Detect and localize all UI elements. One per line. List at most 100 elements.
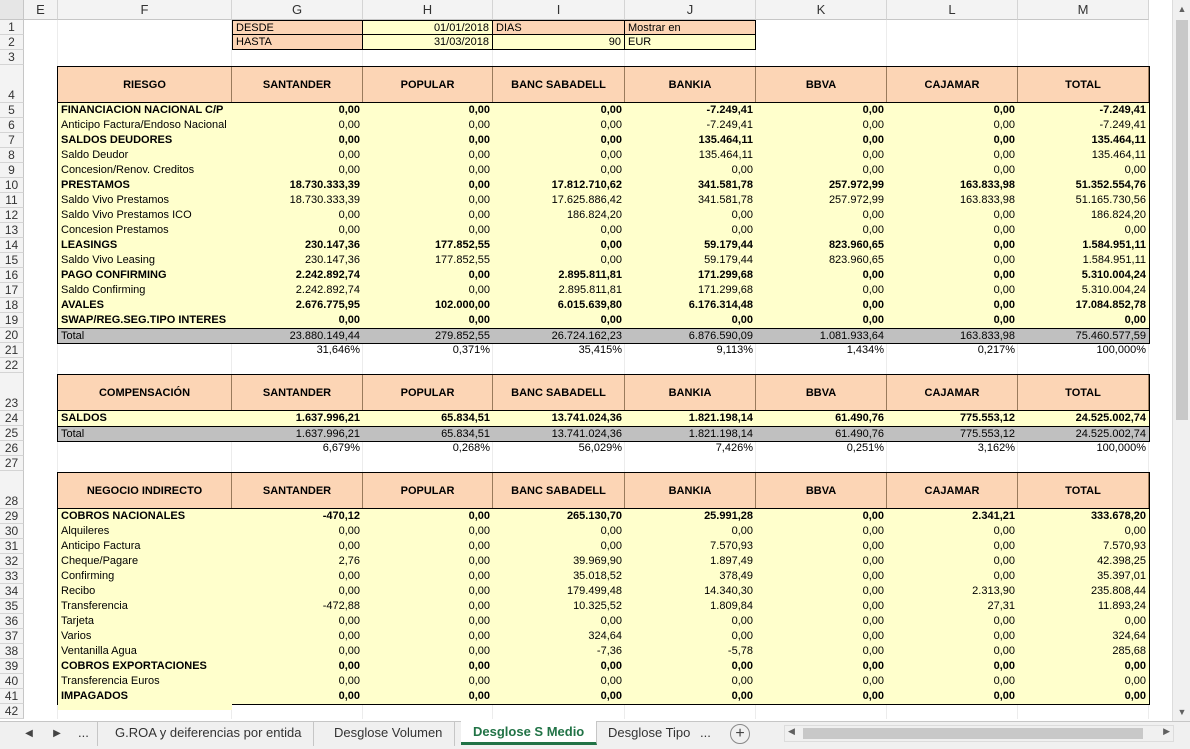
- value-cell[interactable]: 0,00: [363, 509, 493, 524]
- row-header[interactable]: 8: [0, 148, 24, 163]
- value-cell[interactable]: 0,00: [625, 689, 756, 704]
- param-dias-value[interactable]: 90: [493, 35, 625, 50]
- value-cell[interactable]: 171.299,68: [625, 283, 756, 298]
- value-cell[interactable]: 177.852,55: [363, 238, 493, 253]
- param-mostrar-value[interactable]: EUR: [625, 35, 756, 50]
- percent-cell[interactable]: 56,029%: [493, 441, 625, 456]
- value-cell[interactable]: 0,00: [756, 554, 887, 569]
- value-cell[interactable]: 0,00: [363, 223, 493, 238]
- tabs-more-right[interactable]: ...: [696, 722, 715, 746]
- percent-cell[interactable]: 0,268%: [363, 441, 493, 456]
- value-cell[interactable]: 0,00: [1018, 659, 1149, 674]
- row-label[interactable]: Saldo Deudor: [58, 148, 232, 163]
- row-header[interactable]: 34: [0, 584, 24, 599]
- value-cell[interactable]: 0,00: [756, 163, 887, 178]
- value-cell[interactable]: 823.960,65: [756, 253, 887, 268]
- column-header-f[interactable]: F: [58, 0, 232, 20]
- percent-cell[interactable]: 6,679%: [232, 441, 363, 456]
- row-header[interactable]: 5: [0, 103, 24, 118]
- value-cell[interactable]: 135.464,11: [625, 133, 756, 148]
- value-cell[interactable]: 0,00: [232, 644, 363, 659]
- tab-desglose-tipo[interactable]: Desglose Tipo: [596, 722, 702, 746]
- value-cell[interactable]: 0,00: [363, 193, 493, 208]
- value-cell[interactable]: 0,00: [363, 569, 493, 584]
- value-cell[interactable]: 0,00: [1018, 524, 1149, 539]
- value-cell[interactable]: -5,78: [625, 644, 756, 659]
- value-cell[interactable]: 0,00: [887, 103, 1018, 118]
- value-cell[interactable]: 0,00: [887, 313, 1018, 328]
- param-desde-label[interactable]: DESDE: [232, 20, 363, 35]
- value-cell[interactable]: 0,00: [363, 659, 493, 674]
- row-header[interactable]: 27: [0, 456, 24, 471]
- row-label[interactable]: Concesion/Renov. Creditos: [58, 163, 232, 178]
- value-cell[interactable]: 0,00: [756, 103, 887, 118]
- value-cell[interactable]: 0,00: [887, 148, 1018, 163]
- scroll-right-icon[interactable]: ▶: [1163, 726, 1170, 737]
- value-cell[interactable]: 0,00: [363, 178, 493, 193]
- row-label[interactable]: Saldo Vivo Prestamos ICO: [58, 208, 232, 223]
- value-cell[interactable]: 0,00: [756, 569, 887, 584]
- column-header-j[interactable]: J: [625, 0, 756, 20]
- value-cell[interactable]: 0,00: [756, 133, 887, 148]
- row-header[interactable]: 13: [0, 223, 24, 238]
- row-header[interactable]: 6: [0, 118, 24, 133]
- value-cell[interactable]: 0,00: [887, 689, 1018, 704]
- value-cell[interactable]: 0,00: [363, 539, 493, 554]
- value-cell[interactable]: 0,00: [232, 133, 363, 148]
- value-cell[interactable]: 0,00: [756, 509, 887, 524]
- row-header[interactable]: 9: [0, 163, 24, 178]
- row-header[interactable]: 18: [0, 298, 24, 313]
- value-cell[interactable]: 1.809,84: [625, 599, 756, 614]
- value-cell[interactable]: 333.678,20: [1018, 509, 1149, 524]
- value-cell[interactable]: 0,00: [493, 103, 625, 118]
- total-value[interactable]: 775.553,12: [887, 426, 1018, 441]
- percent-cell[interactable]: 3,162%: [887, 441, 1018, 456]
- row-header[interactable]: 17: [0, 283, 24, 298]
- value-cell[interactable]: 0,00: [232, 674, 363, 689]
- value-cell[interactable]: 27,31: [887, 599, 1018, 614]
- value-cell[interactable]: 0,00: [493, 674, 625, 689]
- row-label[interactable]: PAGO CONFIRMING: [58, 268, 232, 283]
- row-header[interactable]: 23: [0, 373, 24, 411]
- value-cell[interactable]: 5.310.004,24: [1018, 268, 1149, 283]
- row-label[interactable]: Cheque/Pagare: [58, 554, 232, 569]
- value-cell[interactable]: 0,00: [625, 524, 756, 539]
- value-cell[interactable]: 0,00: [887, 208, 1018, 223]
- value-cell[interactable]: 2.242.892,74: [232, 268, 363, 283]
- value-cell[interactable]: 0,00: [887, 238, 1018, 253]
- row-label[interactable]: Ventanilla Agua: [58, 644, 232, 659]
- value-cell[interactable]: 0,00: [756, 644, 887, 659]
- vertical-scrollbar[interactable]: ▲ ▼: [1172, 0, 1190, 721]
- value-cell[interactable]: 0,00: [232, 629, 363, 644]
- percent-cell[interactable]: 100,000%: [1018, 343, 1149, 358]
- value-cell[interactable]: 0,00: [887, 659, 1018, 674]
- value-cell[interactable]: 0,00: [493, 148, 625, 163]
- value-cell[interactable]: -470,12: [232, 509, 363, 524]
- value-cell[interactable]: 6.176.314,48: [625, 298, 756, 313]
- value-cell[interactable]: 0,00: [887, 569, 1018, 584]
- value-cell[interactable]: 0,00: [887, 118, 1018, 133]
- value-cell[interactable]: 0,00: [493, 614, 625, 629]
- row-header[interactable]: 10: [0, 178, 24, 193]
- spreadsheet-grid[interactable]: E F G H I J K L M 1 2 3 4 5 6 7 8 9 10 11 12 13 14 15 16 17 18 19 20…: [0, 0, 1172, 721]
- value-cell[interactable]: 186.824,20: [493, 208, 625, 223]
- total-value[interactable]: 1.821.198,14: [625, 426, 756, 441]
- value-cell[interactable]: 0,00: [1018, 163, 1149, 178]
- row-label[interactable]: AVALES: [58, 298, 232, 313]
- percent-cell[interactable]: 1,434%: [756, 343, 887, 358]
- value-cell[interactable]: 0,00: [756, 283, 887, 298]
- value-cell[interactable]: 285,68: [1018, 644, 1149, 659]
- value-cell[interactable]: 0,00: [232, 584, 363, 599]
- param-mostrar-label[interactable]: Mostrar en: [625, 20, 756, 35]
- value-cell[interactable]: 0,00: [887, 554, 1018, 569]
- row-header[interactable]: 32: [0, 554, 24, 569]
- value-cell[interactable]: 0,00: [493, 223, 625, 238]
- value-cell[interactable]: 0,00: [363, 644, 493, 659]
- row-label[interactable]: SALDOS: [58, 411, 232, 426]
- value-cell[interactable]: 2.341,21: [887, 509, 1018, 524]
- value-cell[interactable]: 0,00: [493, 118, 625, 133]
- value-cell[interactable]: 0,00: [493, 524, 625, 539]
- value-cell[interactable]: 0,00: [887, 283, 1018, 298]
- value-cell[interactable]: 0,00: [625, 163, 756, 178]
- row-label[interactable]: SALDOS DEUDORES: [58, 133, 232, 148]
